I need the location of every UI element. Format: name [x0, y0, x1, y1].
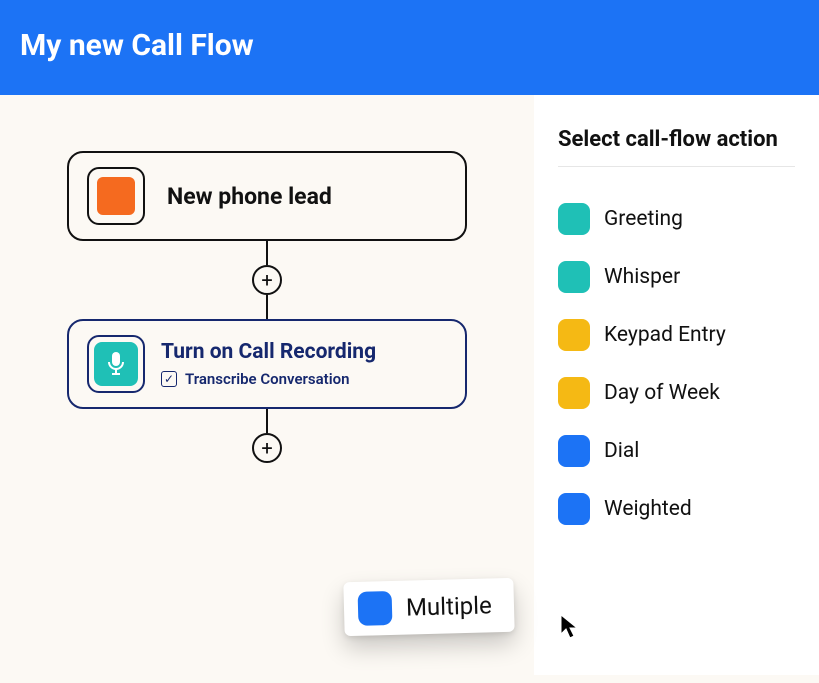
action-label: Dial: [604, 439, 639, 463]
drag-chip-multiple[interactable]: Multiple: [343, 578, 514, 636]
transcribe-checkbox[interactable]: ✓: [161, 371, 177, 387]
flow-node-new-lead[interactable]: New phone lead: [67, 151, 467, 241]
action-label: Day of Week: [604, 381, 720, 405]
action-sidebar: Select call-flow action Greeting Whisper K…: [534, 95, 819, 675]
node-icon-box: [87, 335, 145, 393]
action-list: Greeting Whisper Keypad Entry Day of Week Di…: [558, 203, 795, 525]
square-icon: [97, 177, 135, 215]
swatch-icon: [558, 493, 590, 525]
action-item-greeting[interactable]: Greeting: [558, 203, 795, 235]
node-body: Turn on Call Recording ✓ Transcribe Conv…: [161, 340, 376, 388]
drag-chip-label: Multiple: [406, 591, 492, 621]
add-node-button[interactable]: +: [252, 265, 282, 295]
node-sub-row: ✓ Transcribe Conversation: [161, 370, 376, 388]
node-label: New phone lead: [167, 183, 332, 210]
swatch-icon: [558, 435, 590, 467]
swatch-icon: [558, 261, 590, 293]
node-title: Turn on Call Recording: [161, 340, 376, 364]
swatch-icon: [558, 319, 590, 351]
action-label: Whisper: [604, 265, 680, 289]
sidebar-title: Select call-flow action: [558, 127, 795, 167]
action-label: Weighted: [604, 497, 692, 521]
action-item-whisper[interactable]: Whisper: [558, 261, 795, 293]
mic-icon: [94, 342, 138, 386]
header: My new Call Flow: [0, 0, 819, 95]
action-item-weighted[interactable]: Weighted: [558, 493, 795, 525]
connector-line: [266, 295, 268, 319]
swatch-icon: [558, 377, 590, 409]
node-sub-label: Transcribe Conversation: [185, 370, 350, 388]
swatch-icon: [558, 203, 590, 235]
action-label: Greeting: [604, 207, 683, 231]
action-item-day-of-week[interactable]: Day of Week: [558, 377, 795, 409]
square-icon: [358, 591, 393, 626]
page-title: My new Call Flow: [20, 28, 799, 63]
node-icon-box: [87, 167, 145, 225]
cursor-icon: [560, 614, 582, 640]
action-label: Keypad Entry: [604, 323, 726, 347]
connector-line: [266, 409, 268, 433]
connector-line: [266, 241, 268, 265]
action-item-keypad-entry[interactable]: Keypad Entry: [558, 319, 795, 351]
add-node-button[interactable]: +: [252, 433, 282, 463]
flow-node-call-recording[interactable]: Turn on Call Recording ✓ Transcribe Conv…: [67, 319, 467, 409]
action-item-dial[interactable]: Dial: [558, 435, 795, 467]
